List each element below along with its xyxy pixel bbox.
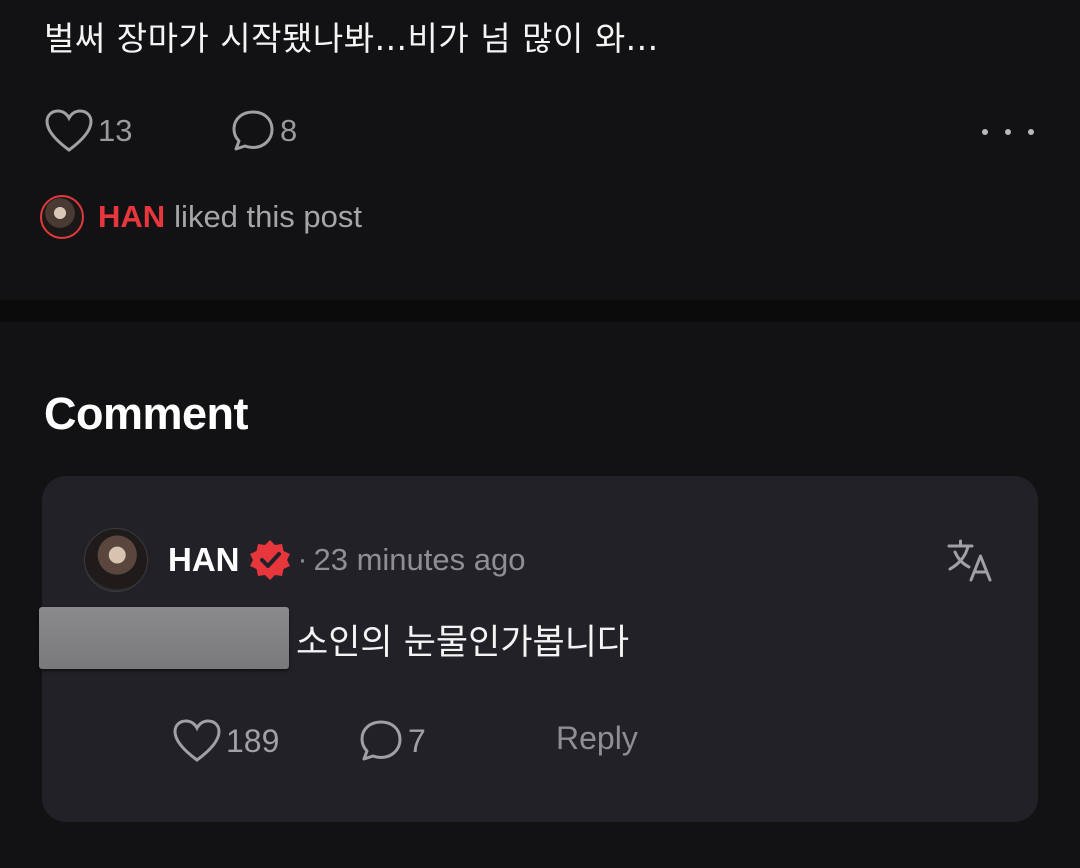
speech-bubble-icon bbox=[360, 720, 402, 761]
more-dots-icon bbox=[1028, 129, 1034, 135]
more-dots-icon bbox=[982, 129, 988, 135]
speech-bubble-icon bbox=[232, 110, 274, 151]
liked-by-name[interactable]: HAN bbox=[98, 199, 165, 235]
redacted-mention bbox=[39, 607, 289, 669]
post-comment-count: 8 bbox=[280, 113, 298, 148]
post-comment-button[interactable]: 8 bbox=[230, 108, 297, 154]
avatar[interactable] bbox=[84, 528, 148, 592]
post-like-button[interactable]: 13 bbox=[44, 108, 132, 154]
more-dots-icon bbox=[1005, 129, 1011, 135]
comment-author[interactable]: HAN bbox=[168, 541, 240, 579]
comment-like-count: 189 bbox=[226, 722, 280, 759]
liked-by-row: HAN liked this post bbox=[40, 195, 362, 239]
separator-dot: · bbox=[297, 543, 308, 576]
reply-button[interactable]: Reply bbox=[556, 720, 638, 757]
comment-replies-button[interactable]: 7 bbox=[358, 718, 426, 764]
comment-header: HAN · 23 minutes ago bbox=[168, 538, 525, 582]
comments-section: Comment HAN · 23 minutes ago 소인의 눈물인가봅니다… bbox=[0, 322, 1080, 868]
more-options-button[interactable] bbox=[982, 112, 1034, 152]
comment-like-button[interactable]: 189 bbox=[172, 718, 279, 764]
page: 벌써 장마가 시작됐나봐...비가 넘 많이 와... 13 8 HAN lik… bbox=[0, 0, 1080, 868]
post: 벌써 장마가 시작됐나봐...비가 넘 많이 와... 13 8 HAN lik… bbox=[0, 0, 1080, 300]
comment-reply-count: 7 bbox=[408, 722, 426, 759]
heart-icon bbox=[173, 719, 221, 762]
comment-card: HAN · 23 minutes ago 소인의 눈물인가봅니다 189 7 R… bbox=[39, 476, 1038, 822]
comment-timestamp: 23 minutes ago bbox=[313, 542, 526, 577]
liked-by-text: liked this post bbox=[174, 199, 362, 234]
section-title: Comment bbox=[44, 388, 249, 439]
comment-text: 소인의 눈물인가봅니다 bbox=[296, 623, 630, 663]
liked-by-avatar[interactable] bbox=[40, 195, 84, 239]
section-divider bbox=[0, 300, 1080, 322]
verified-badge-icon bbox=[249, 540, 290, 580]
post-like-count: 13 bbox=[98, 113, 133, 148]
heart-icon bbox=[45, 109, 93, 152]
translate-icon[interactable] bbox=[946, 536, 994, 584]
post-text: 벌써 장마가 시작됐나봐...비가 넘 많이 와... bbox=[44, 19, 659, 58]
